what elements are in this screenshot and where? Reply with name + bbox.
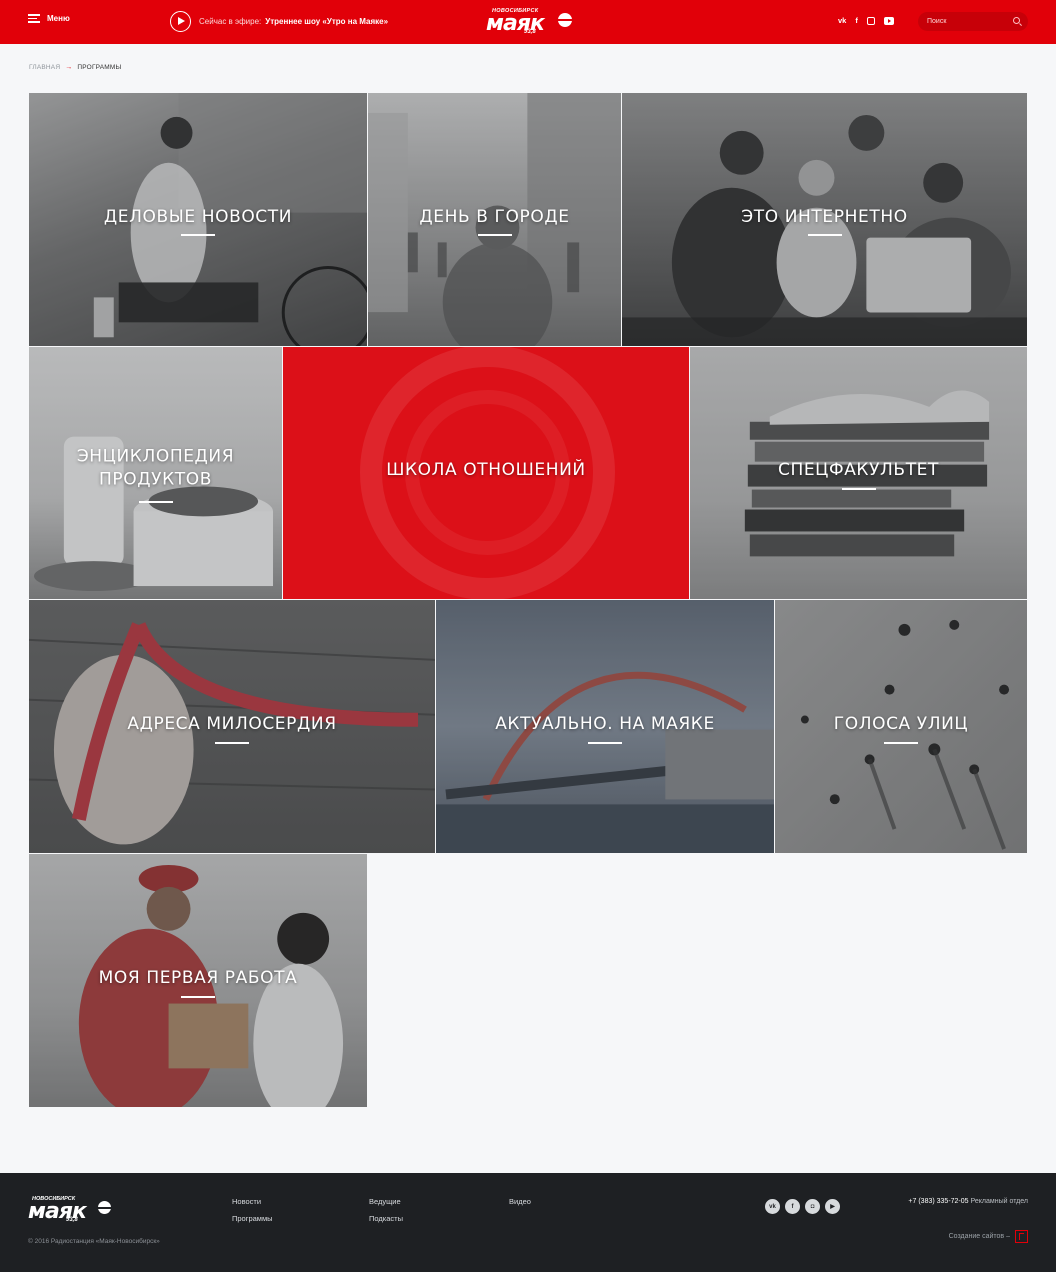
instagram-icon[interactable] [866,17,875,25]
search-icon[interactable] [1013,17,1020,24]
facebook-icon[interactable]: f [855,16,858,26]
studio-logo-icon[interactable] [1015,1230,1028,1243]
footer-link-news[interactable]: Новости [232,1197,261,1206]
program-tile-its-internet[interactable]: ЭТО ИНТЕРНЕТНО [622,93,1028,347]
program-tile-business-news[interactable]: ДЕЛОВЫЕ НОВОСТИ [29,93,368,347]
breadcrumb-home[interactable]: ГЛАВНАЯ [29,64,60,71]
breadcrumb-current: ПРОГРАММЫ [77,64,122,71]
program-title: ЭНЦИКЛОПЕДИЯ ПРОДУКТОВ [76,446,235,490]
footer-link-hosts[interactable]: Ведущие [369,1197,401,1206]
onair-label: Сейчас в эфире: [199,17,262,26]
program-tile-charity-addresses[interactable]: АДРЕСА МИЛОСЕРДИЯ [29,600,436,854]
instagram-icon[interactable]: ◘ [805,1199,820,1214]
program-tile-street-voices[interactable]: ГОЛОСА УЛИЦ [775,600,1028,854]
title-underline [138,501,173,503]
title-underline [588,742,622,744]
program-tile-my-first-job[interactable]: МОЯ ПЕРВАЯ РАБОТА [29,854,368,1108]
menu-label: Меню [47,14,70,23]
site-footer: НОВОСИБИРСК маяк 93,8 © 2016 Радиостанци… [0,1173,1056,1272]
title-underline [477,234,512,236]
title-underline [215,742,249,744]
footer-logo[interactable]: НОВОСИБИРСК маяк 93,8 [28,1196,114,1226]
logo-ball-icon [98,1201,111,1214]
footer-social: vk f ◘ ▶ [765,1199,840,1214]
footer-link-programs[interactable]: Программы [232,1214,273,1223]
site-logo[interactable]: НОВОСИБИРСК маяк 93,8 [486,8,572,38]
program-title: ГОЛОСА УЛИЦ [833,713,969,734]
breadcrumb: ГЛАВНАЯ → ПРОГРАММЫ [29,64,121,71]
vk-icon[interactable]: vk [838,16,846,26]
phone-department: Рекламный отдел [970,1198,1028,1205]
hamburger-icon [28,14,40,23]
program-title: АДРЕСА МИЛОСЕРДИЯ [127,713,337,734]
site-maker-label: Создание сайтов – [948,1233,1010,1240]
footer-link-video[interactable]: Видео [509,1197,531,1206]
logo-frequency: 93,8 [66,1217,78,1223]
program-title: ЭТО ИНТЕРНЕТНО [741,206,908,227]
program-title: МОЯ ПЕРВАЯ РАБОТА [98,967,298,988]
vk-icon[interactable]: vk [765,1199,780,1214]
copyright: © 2016 Радиостанция «Маяк-Новосибирск» [28,1238,160,1245]
search-input[interactable] [927,15,1007,28]
program-title: СПЕЦФАКУЛЬТЕТ [777,460,940,481]
program-title: ДЕЛОВЫЕ НОВОСТИ [103,206,293,227]
menu-button[interactable]: Меню [28,14,70,23]
title-underline [807,234,842,236]
title-underline [181,234,215,236]
header-social: vk f [838,16,894,26]
phone-number[interactable]: +7 (383) 335-72-05 [908,1198,968,1205]
title-underline [841,488,876,490]
breadcrumb-arrow-icon: → [65,64,73,71]
youtube-icon[interactable] [883,17,894,25]
play-icon[interactable] [170,11,191,32]
title-underline [181,996,215,998]
program-title: ШКОЛА ОТНОШЕНИЙ [386,460,586,481]
youtube-icon[interactable]: ▶ [825,1199,840,1214]
onair-show-link[interactable]: Утреннее шоу «Утро на Маяке» [265,17,388,26]
footer-link-podcasts[interactable]: Подкасты [369,1214,403,1223]
now-on-air: Сейчас в эфире: Утреннее шоу «Утро на Ма… [170,11,388,32]
program-tile-actual-on-mayak[interactable]: АКТУАЛЬНО. НА МАЯКЕ [436,600,775,854]
ad-department-contact: +7 (383) 335-72-05 Рекламный отдел [908,1198,1028,1205]
logo-ball-icon [558,13,572,27]
program-title: АКТУАЛЬНО. НА МАЯКЕ [495,713,715,734]
search-box [918,12,1028,31]
program-tile-day-in-city[interactable]: ДЕНЬ В ГОРОДЕ [368,93,622,347]
site-maker[interactable]: Создание сайтов – [949,1230,1028,1243]
program-tile-special-faculty[interactable]: СПЕЦФАКУЛЬТЕТ [690,347,1028,600]
logo-frequency: 93,8 [524,29,536,35]
title-underline [884,742,918,744]
program-title: ДЕНЬ В ГОРОДЕ [419,206,570,227]
program-tile-relationship-school[interactable]: ШКОЛА ОТНОШЕНИЙ [283,347,690,600]
facebook-icon[interactable]: f [785,1199,800,1214]
site-header: Меню Сейчас в эфире: Утреннее шоу «Утро … [0,0,1056,44]
program-tile-food-encyclopedia[interactable]: ЭНЦИКЛОПЕДИЯ ПРОДУКТОВ [29,347,283,600]
